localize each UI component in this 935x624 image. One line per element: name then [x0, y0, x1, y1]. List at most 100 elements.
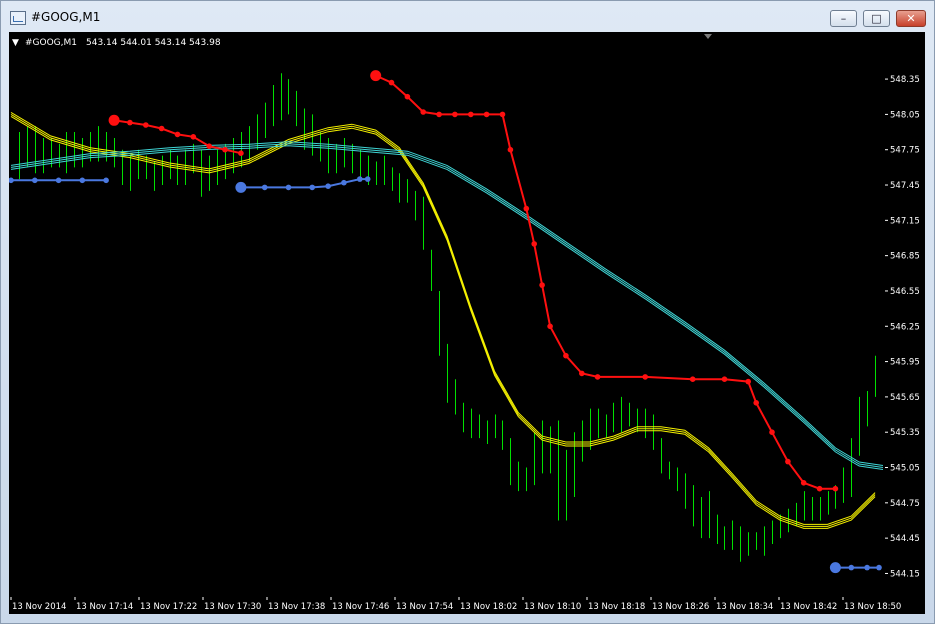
- sar-dot-6-1: [848, 564, 855, 571]
- time-axis[interactable]: 13 Nov 2014 13 Nov 17:14 13 Nov 17:22 13 No…: [9, 597, 925, 614]
- y-tick-label-8: 545.95: [890, 358, 920, 368]
- close-icon: ✕: [906, 12, 916, 25]
- ohlc-values: 543.14 544.01 543.14 543.98: [86, 38, 221, 48]
- sar-dots: [9, 70, 882, 574]
- x-tick-label-6: 13 Nov 17:54: [396, 602, 453, 612]
- sar-dot-3-22: [769, 429, 775, 436]
- sar-dot-3-26: [832, 485, 839, 492]
- sar-dot-3-25: [816, 485, 823, 492]
- sar-dot-5-3: [309, 184, 316, 191]
- y-tick-label-7: 546.25: [890, 322, 920, 332]
- y-tick-label-4: 547.15: [890, 216, 920, 226]
- sar-dot-2-4: [174, 131, 181, 138]
- minimize-button[interactable]: –: [830, 10, 857, 27]
- sar-dot-3-7: [483, 111, 490, 118]
- y-tick-label-5: 546.85: [890, 252, 920, 262]
- sar-dot-3-3: [420, 109, 427, 115]
- x-tick-label-7: 13 Nov 18:02: [460, 602, 517, 612]
- x-tick-label-13: 13 Nov 18:50: [844, 602, 901, 612]
- sar-dot-5-1: [261, 184, 268, 191]
- sar-dot-5-7: [364, 176, 371, 182]
- sar-dot-3-17: [642, 374, 648, 380]
- x-tick-label-2: 13 Nov 17:22: [140, 602, 197, 612]
- price-scale[interactable]: 548.35 548.05 547.75 547.45 547.15 546.85 546.…: [885, 32, 925, 597]
- sar-dot-4-1: [32, 177, 38, 184]
- sar-dot-4-2: [55, 177, 62, 184]
- sar-dot-2-3: [158, 125, 165, 132]
- maximize-icon: □: [871, 12, 882, 25]
- ma-line-0-2: [10, 115, 876, 529]
- minimize-icon: –: [840, 12, 847, 25]
- x-tick-label-10: 13 Nov 18:26: [652, 602, 709, 612]
- sar-dot-4-0: [9, 177, 14, 184]
- y-tick-label-2: 547.75: [890, 146, 920, 156]
- y-tick-label-14: 544.15: [890, 569, 920, 579]
- chart-area[interactable]: ▼ #GOOG,M1 543.14 544.01 543.14 543.98: [9, 32, 885, 597]
- ma-line-1-0: [10, 141, 884, 466]
- sar-dot-3-21: [753, 400, 759, 406]
- y-tick-label-6: 546.55: [890, 287, 920, 297]
- x-tick-label-0: 13 Nov 2014: [12, 602, 66, 612]
- sar-dot-3-24: [800, 480, 807, 486]
- x-tick-label-8: 13 Nov 18:10: [524, 602, 581, 612]
- sar-dot-2-5: [190, 134, 197, 140]
- sar-dot-2-1: [127, 119, 133, 126]
- sar-dot-5-2: [285, 184, 292, 191]
- sar-dot-4-3: [79, 177, 86, 184]
- x-tick-label-11: 13 Nov 18:34: [716, 602, 773, 612]
- y-tick-label-12: 544.75: [890, 499, 920, 509]
- x-tick-label-5: 13 Nov 17:46: [332, 602, 389, 612]
- collapse-arrow-icon[interactable]: ▼: [12, 38, 19, 48]
- sar-dot-3-23: [785, 458, 791, 465]
- sar-dot-3-16: [594, 374, 601, 380]
- symbol-label: #GOOG,M1: [25, 38, 77, 48]
- x-tick-label-1: 13 Nov 17:14: [76, 602, 133, 612]
- y-tick-label-10: 545.35: [890, 428, 920, 438]
- sar-dot-6-2: [864, 564, 870, 571]
- x-tick-label-9: 13 Nov 18:18: [588, 602, 645, 612]
- sar-line-5: [240, 178, 368, 189]
- sar-dot-2-7: [222, 146, 228, 153]
- indicator-lines: [10, 111, 884, 529]
- x-tick-label-3: 13 Nov 17:30: [204, 602, 261, 612]
- ma-line-1-2: [10, 145, 884, 470]
- sar-dot-3-11: [531, 241, 537, 247]
- sar-dot-3-1: [388, 79, 395, 86]
- y-tick-label-13: 544.45: [890, 534, 920, 544]
- sar-dot-3-18: [689, 376, 696, 383]
- sar-dot-2-6: [206, 143, 212, 149]
- y-tick-label-11: 545.05: [890, 464, 920, 474]
- y-tick-label-3: 547.45: [890, 181, 920, 191]
- sar-dot-5-0: [235, 181, 247, 193]
- title-bar[interactable]: #GOOG,M1 – □ ✕: [1, 1, 934, 33]
- price-chart-svg: ▼ #GOOG,M1 543.14 544.01 543.14 543.98: [9, 34, 884, 574]
- sar-dot-6-0: [829, 562, 841, 574]
- y-tick-label-1: 548.05: [890, 110, 920, 120]
- sar-dot-3-15: [579, 370, 585, 377]
- sar-dot-3-4: [436, 111, 442, 118]
- y-tick-label-9: 545.65: [890, 393, 920, 403]
- sar-dot-3-20: [745, 378, 751, 385]
- x-tick-label-12: 13 Nov 18:42: [780, 602, 837, 612]
- sar-dot-3-19: [721, 376, 728, 383]
- x-tick-label-4: 13 Nov 17:38: [268, 602, 325, 612]
- sar-dot-2-0: [108, 114, 120, 126]
- chart-window-icon[interactable]: [10, 11, 26, 25]
- sar-line-3: [375, 74, 836, 490]
- ma-line-1-1: [10, 143, 884, 468]
- sar-dot-3-5: [452, 111, 458, 118]
- window-title: #GOOG,M1: [31, 10, 101, 24]
- close-button[interactable]: ✕: [896, 10, 926, 27]
- chart-shift-marker[interactable]: [704, 34, 712, 39]
- sar-dot-5-5: [341, 179, 347, 186]
- sar-dot-3-14: [563, 352, 569, 359]
- time-axis-svg: 13 Nov 2014 13 Nov 17:14 13 Nov 17:22 13 No…: [10, 597, 901, 612]
- sar-dot-3-0: [370, 70, 382, 82]
- sar-dot-5-4: [325, 183, 331, 189]
- sar-dot-4-4: [103, 177, 109, 184]
- sar-dot-2-2: [143, 122, 149, 128]
- sar-dot-3-2: [404, 93, 411, 100]
- sar-dot-3-9: [507, 146, 514, 153]
- sar-dot-3-8: [499, 111, 506, 118]
- maximize-button[interactable]: □: [863, 10, 890, 27]
